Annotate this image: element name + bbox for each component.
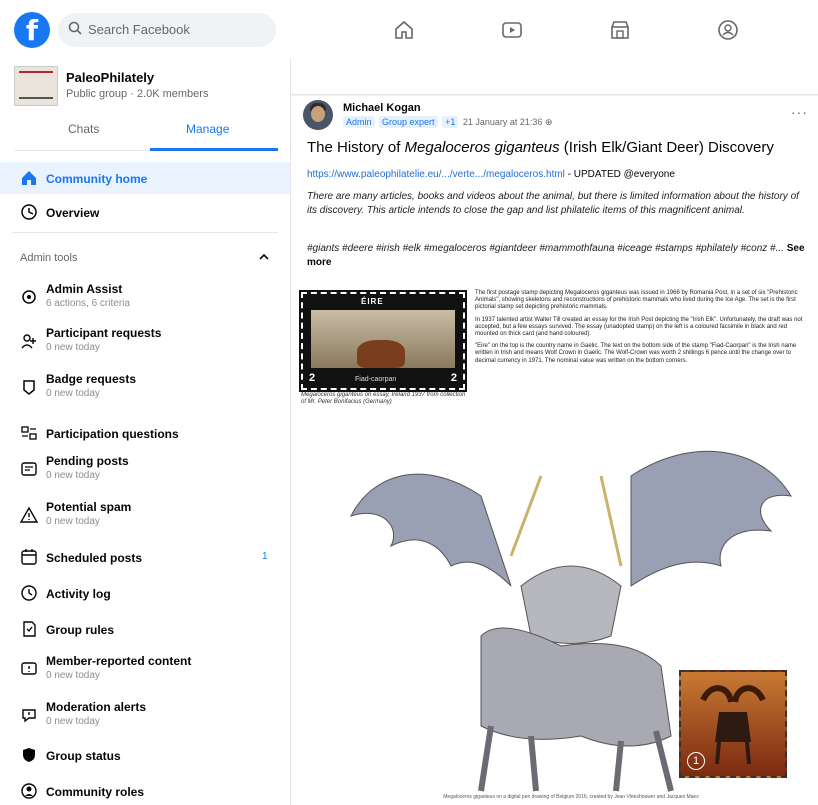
admin-badge[interactable]: Admin: [343, 116, 375, 128]
sidebar-item-label: Activity log: [46, 587, 111, 601]
sidebar-item-label: Participant requests: [46, 326, 162, 340]
questions-icon: [21, 426, 37, 440]
chevron-up-icon[interactable]: [258, 251, 270, 263]
sidebar-item-label: Overview: [46, 206, 100, 220]
sidebar-item-community-roles[interactable]: Community roles: [0, 776, 290, 805]
sidebar-item-group-status[interactable]: Group status: [0, 740, 290, 770]
home-icon[interactable]: [392, 18, 416, 42]
sidebar-item-label: Moderation alerts: [46, 700, 147, 714]
post-hashtags: #giants #deere #irish #elk #megaloceros …: [307, 243, 805, 268]
stamp-caption: Megaloceros giganteus on essay, Ireland …: [301, 392, 466, 405]
sidebar-item-scheduled-posts[interactable]: Scheduled posts 1: [0, 542, 290, 572]
admin-tools-heading: Admin tools: [20, 252, 78, 264]
tab-chats[interactable]: Chats: [68, 122, 99, 136]
post-link-line: https://www.paleophilatelie.eu/.../verte…: [307, 169, 675, 180]
search-icon: [68, 21, 82, 35]
divider: [12, 232, 278, 233]
participant-requests-icon: [21, 334, 36, 349]
sidebar-item-pending-posts[interactable]: Pending posts 0 new today: [0, 450, 290, 490]
rules-icon: [23, 621, 36, 637]
search-box[interactable]: Search Facebook: [58, 13, 276, 47]
post-attachment-image[interactable]: ÉIRE 2 Fiad-caorpan 2 Megaloceros gigant…: [291, 286, 818, 805]
irish-elk-essay-stamp: ÉIRE 2 Fiad-caorpan 2: [299, 290, 467, 392]
sidebar-item-moderation-alerts[interactable]: Moderation alerts 0 new today: [0, 696, 290, 736]
feed-post: Michael Kogan Admin Group expert +1 21 J…: [291, 96, 818, 805]
calendar-icon: [21, 549, 37, 565]
tab-underline: [150, 148, 278, 151]
sidebar-item-label: Pending posts: [46, 454, 129, 468]
roles-icon: [21, 783, 37, 799]
sidebar-item-member-reported-content[interactable]: Member-reported content 0 new today: [0, 650, 290, 690]
tab-manage[interactable]: Manage: [186, 122, 229, 136]
group-subtitle: Public group · 2.0K members: [66, 88, 209, 100]
group-expert-badge[interactable]: Group expert: [379, 116, 438, 128]
post-description: There are many articles, books and video…: [307, 191, 799, 216]
sidebar-item-group-rules[interactable]: Group rules: [0, 614, 290, 644]
post-author[interactable]: Michael Kogan: [343, 102, 421, 114]
clock-icon: [21, 585, 37, 601]
facebook-logo-icon[interactable]: f: [14, 12, 50, 48]
sidebar-item-label: Admin Assist: [46, 282, 123, 296]
article-link[interactable]: https://www.paleophilatelie.eu/.../verte…: [307, 169, 565, 180]
admin-sidebar: PaleoPhilately Public group · 2.0K membe…: [0, 58, 291, 805]
sidebar-item-participation-questions[interactable]: Participation questions: [0, 418, 290, 448]
home-icon: [22, 171, 36, 185]
group-thumbnail[interactable]: [14, 66, 58, 106]
post-title: The History of Megaloceros giganteus (Ir…: [307, 139, 774, 156]
group-name[interactable]: PaleoPhilately: [66, 70, 154, 85]
sidebar-item-overview[interactable]: Overview: [0, 196, 290, 228]
sidebar-item-label: Potential spam: [46, 500, 132, 514]
sidebar-item-subtitle: 0 new today: [46, 716, 100, 727]
sidebar-item-subtitle: 0 new today: [46, 516, 100, 527]
more-options-icon[interactable]: ···: [791, 104, 808, 120]
sidebar-item-subtitle: 0 new today: [46, 342, 100, 353]
sidebar-item-label: Community roles: [46, 785, 145, 799]
sidebar-item-subtitle: 6 actions, 6 criteria: [46, 298, 130, 309]
sidebar-item-subtitle: 0 new today: [46, 670, 100, 681]
sidebar-item-label: Community home: [46, 172, 148, 186]
admin-assist-icon: [22, 290, 36, 304]
alert-icon: [22, 709, 36, 723]
avatar[interactable]: [303, 100, 333, 130]
sidebar-tabs: Chats Manage: [14, 110, 278, 151]
report-icon: [21, 662, 37, 675]
group-header[interactable]: PaleoPhilately Public group · 2.0K membe…: [14, 66, 284, 110]
pending-posts-icon: [21, 462, 37, 476]
sidebar-item-admin-assist[interactable]: Admin Assist 6 actions, 6 criteria: [0, 278, 290, 318]
globe-icon: ⊕: [544, 117, 553, 127]
sidebar-item-community-home[interactable]: Community home: [0, 162, 290, 194]
overview-icon: [21, 204, 37, 220]
drawing-caption: Megaloceros giganteus on a digital pen d…: [443, 794, 699, 800]
sidebar-item-subtitle: 0 new today: [46, 470, 100, 481]
document-text: The first postage stamp depicting Megalo…: [475, 290, 803, 364]
warning-icon: [20, 506, 38, 523]
sidebar-item-participant-requests[interactable]: Participant requests 0 new today: [0, 322, 290, 362]
groups-icon[interactable]: [716, 18, 740, 42]
post-meta: Admin Group expert +1 21 January at 21:3…: [343, 116, 553, 128]
sidebar-item-subtitle: 0 new today: [46, 388, 100, 399]
giant-deer-stamp: 1: [679, 670, 787, 778]
sidebar-item-label: Group rules: [46, 623, 115, 637]
sidebar-item-activity-log[interactable]: Activity log: [0, 578, 290, 608]
main-feed: Michael Kogan Admin Group expert +1 21 J…: [291, 58, 818, 805]
sidebar-item-label: Badge requests: [46, 372, 137, 386]
badge-icon: [23, 380, 35, 395]
marketplace-icon[interactable]: [608, 18, 632, 42]
sidebar-item-label: Participation questions: [46, 427, 179, 441]
video-icon[interactable]: [500, 18, 524, 42]
sidebar-item-badge-requests[interactable]: Badge requests 0 new today: [0, 368, 290, 408]
group-cover-strip: [291, 58, 818, 95]
shield-icon: [23, 748, 35, 762]
extra-badge[interactable]: +1: [442, 116, 459, 128]
sidebar-item-label: Scheduled posts: [46, 551, 143, 565]
sidebar-item-label: Group status: [46, 749, 121, 763]
sidebar-item-label: Member-reported content: [46, 654, 192, 668]
sidebar-item-potential-spam[interactable]: Potential spam 0 new today: [0, 496, 290, 536]
top-bar: f Search Facebook: [0, 0, 818, 59]
search-input[interactable]: Search Facebook: [88, 22, 190, 37]
post-time[interactable]: 21 January at 21:36: [463, 117, 543, 127]
count-badge: 1: [262, 551, 268, 562]
